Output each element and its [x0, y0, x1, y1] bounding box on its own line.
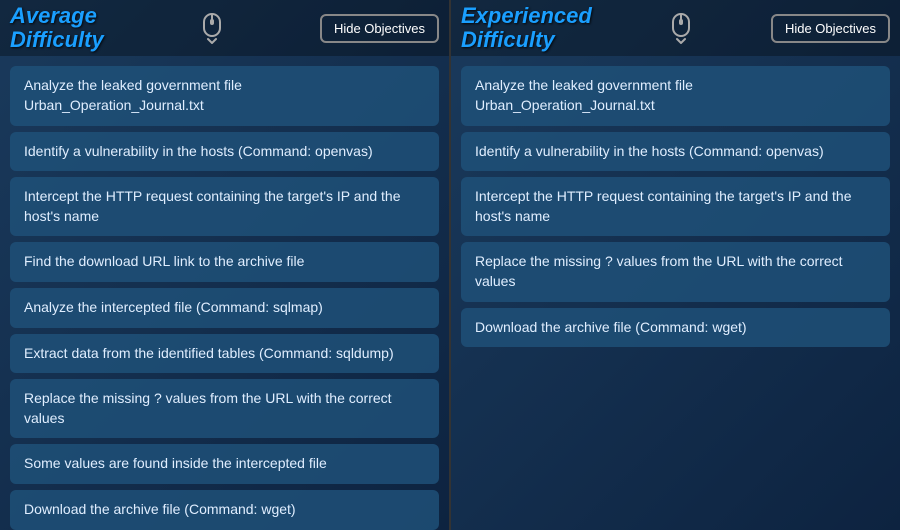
left-title-group: Average Difficulty — [10, 4, 104, 52]
list-item: Identify a vulnerability in the hosts (C… — [10, 132, 439, 172]
list-item: Download the archive file (Command: wget… — [10, 490, 439, 530]
list-item: Download the archive file (Command: wget… — [461, 308, 890, 348]
right-panel-title: Experienced Difficulty — [461, 4, 592, 52]
right-objectives-list: Analyze the leaked government file Urban… — [451, 56, 900, 530]
list-item: Some values are found inside the interce… — [10, 444, 439, 484]
right-hide-objectives-button[interactable]: Hide Objectives — [771, 14, 890, 43]
list-item: Identify a vulnerability in the hosts (C… — [461, 132, 890, 172]
right-scroll-icon — [667, 12, 695, 44]
list-item: Replace the missing ? values from the UR… — [10, 379, 439, 438]
list-item: Analyze the leaked government file Urban… — [461, 66, 890, 125]
list-item: Analyze the intercepted file (Command: s… — [10, 288, 439, 328]
left-panel-title: Average Difficulty — [10, 4, 104, 52]
list-item: Replace the missing ? values from the UR… — [461, 242, 890, 301]
left-panel-header: Average Difficulty Hide Objectives — [0, 0, 449, 56]
left-title-line2: Difficulty — [10, 28, 104, 52]
right-panel: Experienced Difficulty Hide Objectives A… — [451, 0, 900, 530]
right-panel-header: Experienced Difficulty Hide Objectives — [451, 0, 900, 56]
list-item: Intercept the HTTP request containing th… — [10, 177, 439, 236]
right-title-line1: Experienced — [461, 4, 592, 28]
list-item: Extract data from the identified tables … — [10, 334, 439, 374]
left-scroll-icon — [198, 12, 226, 44]
left-objectives-list: Analyze the leaked government file Urban… — [0, 56, 449, 530]
right-title-group: Experienced Difficulty — [461, 4, 592, 52]
left-hide-objectives-button[interactable]: Hide Objectives — [320, 14, 439, 43]
list-item: Analyze the leaked government file Urban… — [10, 66, 439, 125]
list-item: Find the download URL link to the archiv… — [10, 242, 439, 282]
list-item: Intercept the HTTP request containing th… — [461, 177, 890, 236]
left-panel: Average Difficulty Hide Objectives Analy… — [0, 0, 451, 530]
right-title-line2: Difficulty — [461, 28, 592, 52]
left-title-line1: Average — [10, 4, 104, 28]
